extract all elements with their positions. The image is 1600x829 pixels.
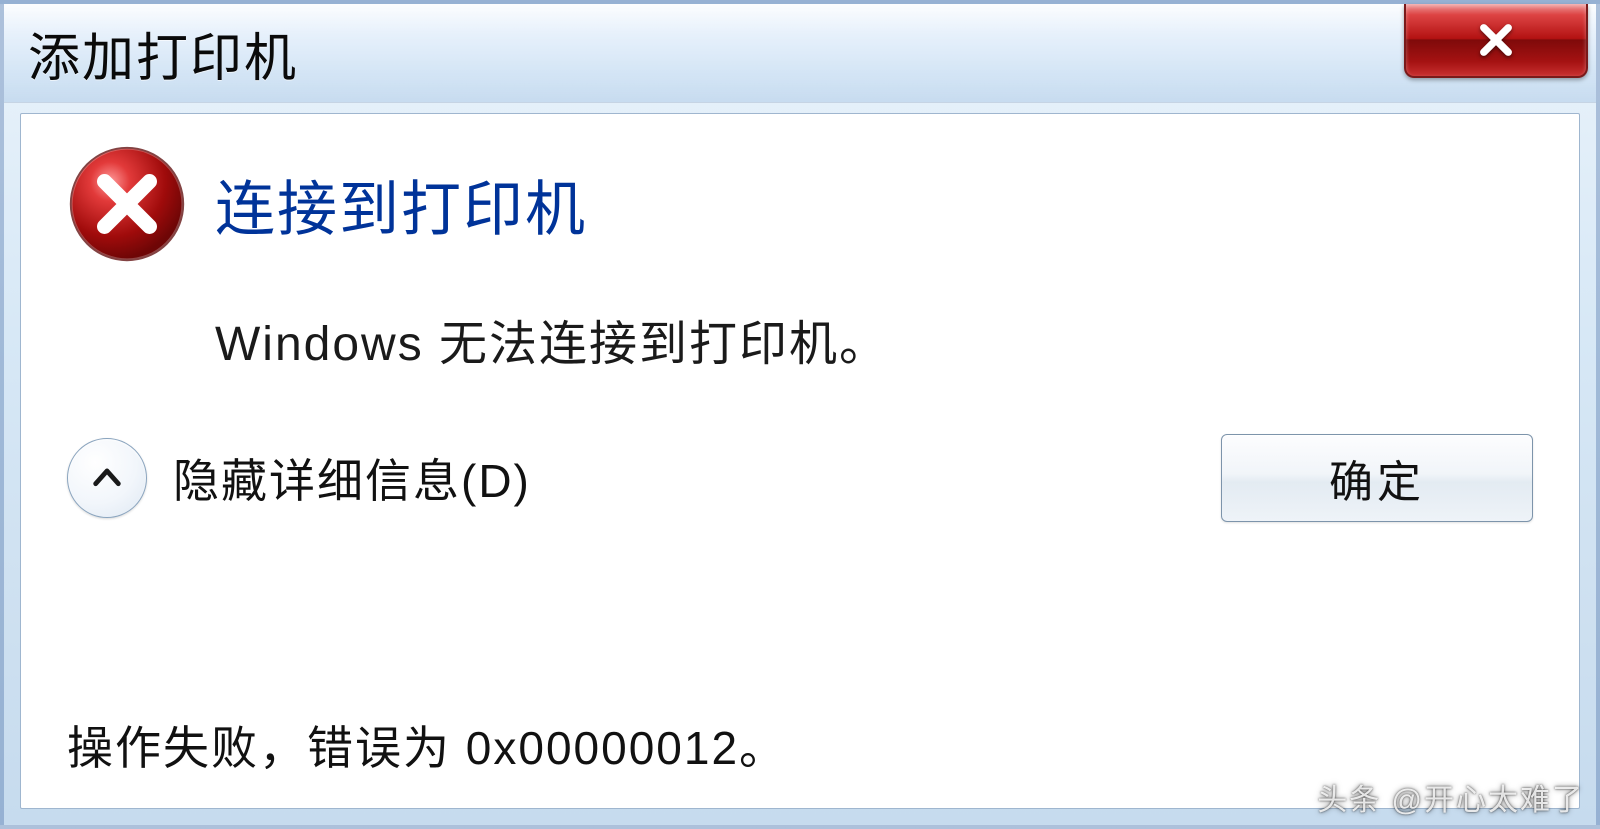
chevron-up-icon [90,461,124,495]
ok-button-label: 确定 [1329,446,1425,510]
titlebar[interactable]: 添加打印机 [4,4,1596,103]
dialog-window: 添加打印机 连接到打印机 [0,0,1600,829]
details-toggle[interactable]: 隐藏详细信息(D) [67,438,531,518]
dialog-body: 连接到打印机 Windows 无法连接到打印机。 隐藏详细信息(D) 确定 操作… [20,113,1580,809]
main-instruction: 连接到打印机 [215,161,587,248]
close-button[interactable] [1404,4,1588,78]
error-icon [67,144,187,264]
window-title: 添加打印机 [28,16,298,91]
ok-button[interactable]: 确定 [1221,434,1533,522]
action-row: 隐藏详细信息(D) 确定 [67,434,1533,522]
content-message: Windows 无法连接到打印机。 [215,304,1533,374]
close-icon [1475,19,1517,61]
detail-text: 操作失败，错误为 0x00000012。 [67,712,1533,788]
details-toggle-label: 隐藏详细信息(D) [173,445,531,511]
chevron-button[interactable] [67,438,147,518]
header-row: 连接到打印机 [67,144,1533,264]
